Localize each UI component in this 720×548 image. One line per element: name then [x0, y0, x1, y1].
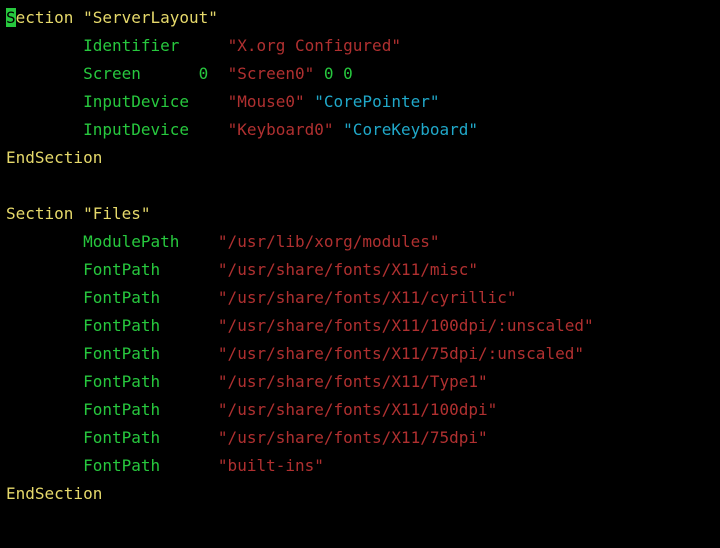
config-line: FontPath "/usr/share/fonts/X11/Type1" [6, 372, 488, 391]
config-line: Screen 0 "Screen0" 0 0 [6, 64, 353, 83]
directive: FontPath [83, 316, 160, 335]
config-line: Section "Files" [6, 204, 151, 223]
directive: Screen [83, 64, 141, 83]
directive: FontPath [83, 400, 160, 419]
string-literal: "/usr/share/fonts/X11/100dpi" [218, 400, 497, 419]
string-literal: "built-ins" [218, 456, 324, 475]
config-line: FontPath "/usr/share/fonts/X11/100dpi" [6, 400, 497, 419]
directive: FontPath [83, 344, 160, 363]
string-literal: "/usr/share/fonts/X11/Type1" [218, 372, 488, 391]
config-line: InputDevice "Mouse0" "CorePointer" [6, 92, 440, 111]
string-literal: "/usr/share/fonts/X11/100dpi/:unscaled" [218, 316, 594, 335]
endsection-keyword: EndSection [6, 484, 102, 503]
string-literal: "/usr/share/fonts/X11/75dpi" [218, 428, 488, 447]
config-line: EndSection [6, 484, 102, 503]
directive: FontPath [83, 288, 160, 307]
string-literal: "CoreKeyboard" [343, 120, 478, 139]
string-literal: "/usr/lib/xorg/modules" [218, 232, 440, 251]
section-name: "ServerLayout" [83, 8, 218, 27]
config-line: FontPath "built-ins" [6, 456, 324, 475]
string-literal: "Keyboard0" [228, 120, 334, 139]
directive: InputDevice [83, 120, 189, 139]
endsection-keyword: EndSection [6, 148, 102, 167]
string-literal: "Screen0" [228, 64, 315, 83]
directive: InputDevice [83, 92, 189, 111]
config-line: FontPath "/usr/share/fonts/X11/75dpi/:un… [6, 344, 584, 363]
string-literal: "/usr/share/fonts/X11/cyrillic" [218, 288, 517, 307]
directive: FontPath [83, 428, 160, 447]
section-keyword: Section [6, 204, 73, 223]
number-literal: 0 [199, 64, 209, 83]
directive: FontPath [83, 260, 160, 279]
section-keyword: ection [16, 8, 74, 27]
directive: Identifier [83, 36, 179, 55]
string-literal: "Mouse0" [228, 92, 305, 111]
config-line: Identifier "X.org Configured" [6, 36, 401, 55]
cursor: S [6, 8, 16, 27]
string-literal: "CorePointer" [314, 92, 439, 111]
section-name: "Files" [83, 204, 150, 223]
string-literal: "X.org Configured" [228, 36, 401, 55]
config-line: ModulePath "/usr/lib/xorg/modules" [6, 232, 439, 251]
config-line: FontPath "/usr/share/fonts/X11/misc" [6, 260, 478, 279]
config-line: FontPath "/usr/share/fonts/X11/75dpi" [6, 428, 488, 447]
directive: FontPath [83, 372, 160, 391]
config-line: Section "ServerLayout" [6, 8, 218, 27]
config-line: FontPath "/usr/share/fonts/X11/100dpi/:u… [6, 316, 594, 335]
directive: ModulePath [83, 232, 179, 251]
string-literal: "/usr/share/fonts/X11/misc" [218, 260, 478, 279]
config-line: EndSection [6, 148, 102, 167]
xorg-conf-editor[interactable]: Section "ServerLayout" Identifier "X.org… [0, 0, 720, 514]
number-literal: 0 0 [314, 64, 353, 83]
directive: FontPath [83, 456, 160, 475]
string-literal: "/usr/share/fonts/X11/75dpi/:unscaled" [218, 344, 584, 363]
config-line: InputDevice "Keyboard0" "CoreKeyboard" [6, 120, 478, 139]
config-line: FontPath "/usr/share/fonts/X11/cyrillic" [6, 288, 517, 307]
